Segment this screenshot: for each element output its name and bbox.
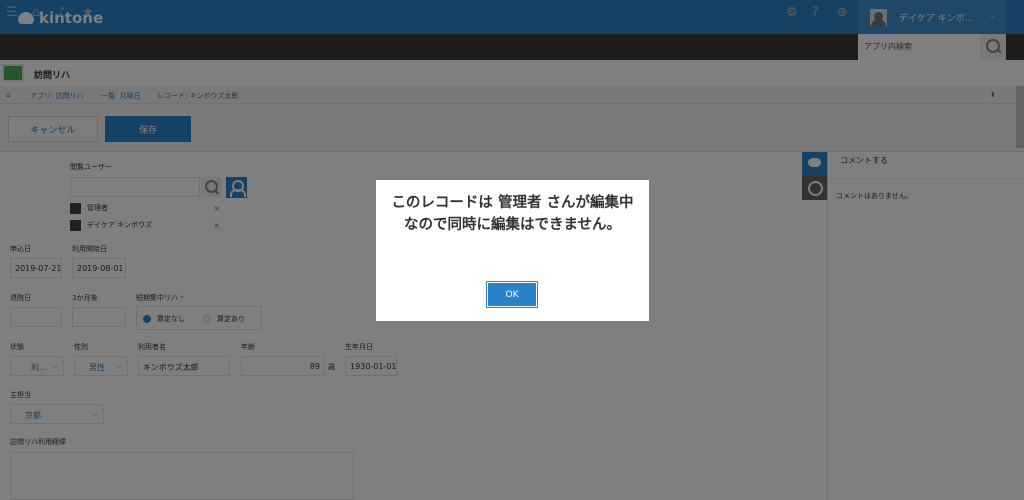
edit-lock-dialog: このレコードは 管理者 さんが編集中なので同時に編集はできません。 OK bbox=[376, 180, 649, 321]
dialog-message: このレコードは 管理者 さんが編集中なので同時に編集はできません。 bbox=[391, 195, 634, 233]
ok-button[interactable]: OK bbox=[486, 281, 538, 308]
